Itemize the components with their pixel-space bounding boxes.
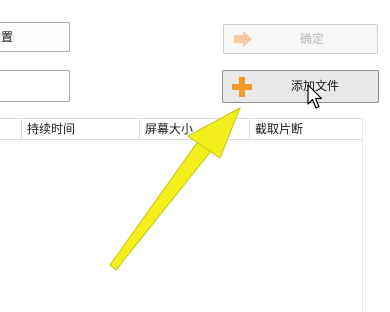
table-header: 持续时间 屏幕大小 截取片断 [0,118,362,140]
confirm-button[interactable]: 确定 [223,24,378,54]
confirm-button-label: 确定 [300,32,325,46]
column-header-duration[interactable]: 持续时间 [21,119,139,139]
top-left-button[interactable]: 置 [0,22,70,52]
plus-icon [232,77,252,97]
column-header-screen-size[interactable]: 屏幕大小 [139,119,249,139]
scrollbar[interactable] [362,118,390,312]
add-file-button[interactable]: 添加文件 [222,70,379,103]
top-left-button-label: 置 [1,30,14,44]
arrow-right-icon [234,31,252,47]
text-field[interactable] [0,70,70,102]
column-header-clip-segment[interactable]: 截取片断 [249,119,362,139]
mouse-cursor-icon [307,84,323,109]
